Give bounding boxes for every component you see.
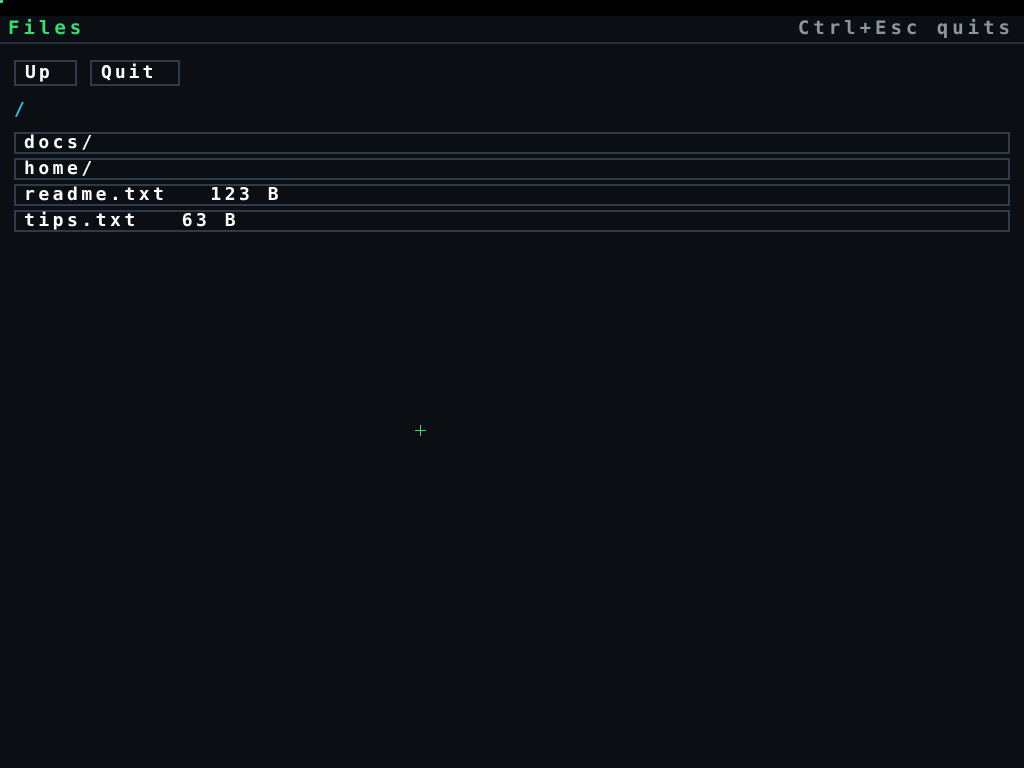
file-name: readme.txt 123 B bbox=[24, 184, 283, 205]
corner-marker bbox=[0, 0, 3, 3]
top-strip bbox=[0, 0, 1024, 16]
up-button[interactable]: Up bbox=[14, 60, 77, 86]
file-name: tips.txt 63 B bbox=[24, 210, 240, 231]
quit-button[interactable]: Quit bbox=[90, 60, 180, 86]
file-row-docs[interactable]: docs/ bbox=[14, 132, 1010, 154]
file-row-home[interactable]: home/ bbox=[14, 158, 1010, 180]
file-row-tips[interactable]: tips.txt 63 B bbox=[14, 210, 1010, 232]
file-manager-screen: Files Ctrl+Esc quits Up Quit / docs/ hom… bbox=[0, 0, 1024, 768]
file-name: docs/ bbox=[24, 132, 96, 153]
current-path: / bbox=[14, 99, 25, 120]
crosshair-cursor-icon bbox=[415, 425, 426, 436]
quit-hint: Ctrl+Esc quits bbox=[797, 17, 1014, 39]
file-name: home/ bbox=[24, 158, 96, 179]
app-title: Files bbox=[8, 17, 86, 39]
title-bar: Files Ctrl+Esc quits bbox=[0, 16, 1024, 44]
file-list: docs/ home/ readme.txt 123 B tips.txt 63… bbox=[14, 132, 1010, 236]
file-row-readme[interactable]: readme.txt 123 B bbox=[14, 184, 1010, 206]
